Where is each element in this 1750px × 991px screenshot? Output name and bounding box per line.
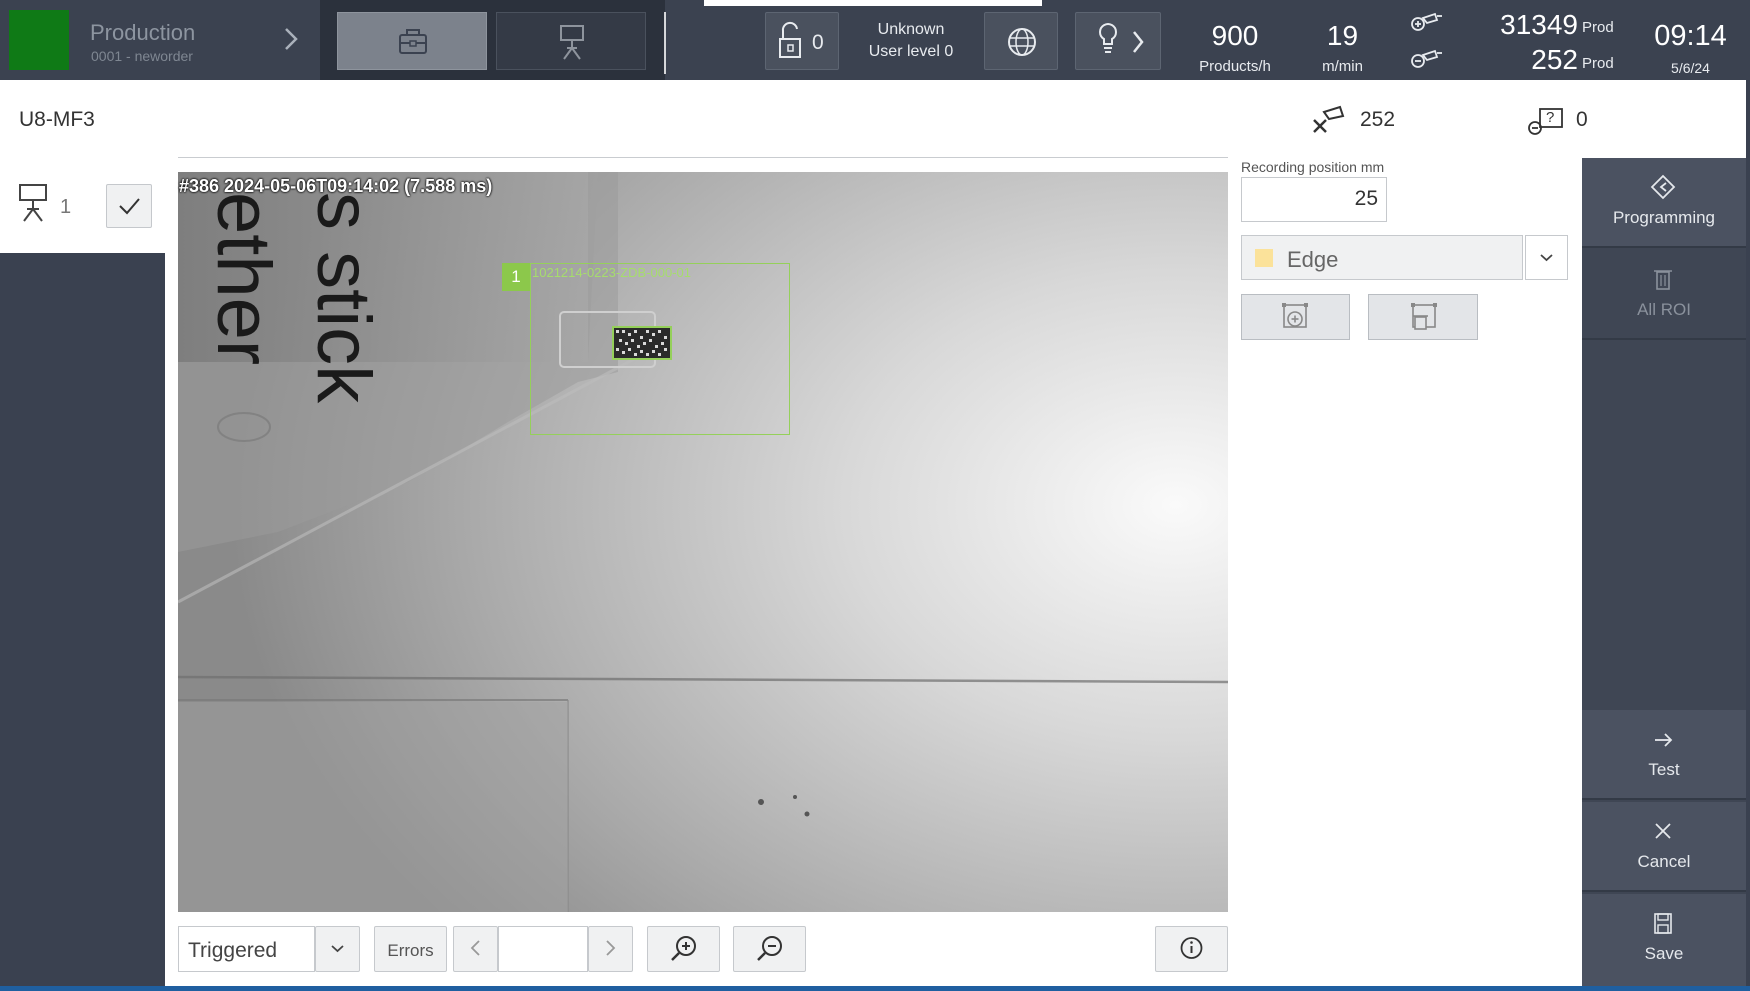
all-roi-label: All ROI [1637,300,1691,319]
chevron-right-icon[interactable] [276,24,306,54]
chevron-down-icon [1540,254,1553,262]
background-text: s stick [301,192,386,404]
belt-speed-value: 19 [1326,20,1359,51]
clock-date: 5/6/24 [1671,60,1710,76]
station-name: U8-MF3 [19,108,95,131]
roi-type-value: Edge [1287,247,1339,272]
production-title[interactable]: Production [90,20,195,46]
production-status-indicator [9,10,69,70]
trigger-mode-dropdown-button[interactable] [315,926,360,972]
image-index-field[interactable] [498,926,588,972]
chevron-down-icon [331,945,344,953]
save-label: Save [1644,944,1684,963]
lock-count: 0 [812,31,824,54]
recording-position-value: 25 [1354,187,1378,210]
production-order: 0001 - neworder [91,48,193,64]
tab-separator [664,12,666,74]
delete-roi-button[interactable] [1368,294,1478,340]
checkmark-icon [119,198,140,215]
lightbulb-icon [1098,23,1144,53]
cancel-button[interactable] [1582,802,1746,892]
test-button[interactable] [1582,710,1746,800]
counter-add-icon [1411,12,1442,31]
save-button[interactable] [1582,894,1746,986]
test-label: Test [1648,760,1680,779]
unknown-count: 0 [1576,108,1588,131]
camera-confirm-button[interactable] [106,184,152,228]
lighting-button[interactable] [1075,12,1161,70]
roi-type-dropdown-button[interactable] [1525,235,1568,280]
unknown-icon: ? [1528,108,1563,135]
add-roi-icon [1282,303,1308,328]
language-button[interactable] [984,12,1058,70]
content-divider [178,157,1228,158]
window-bottom-edge [0,986,1750,991]
belt-speed-unit: m/min [1322,58,1363,75]
datamatrix-code [612,326,672,360]
roi-type-select[interactable] [1241,235,1523,280]
clock-time: 09:14 [1654,20,1727,52]
camera-icon [560,25,584,60]
chevron-left-icon [470,940,480,956]
reject-count: 252 [1360,108,1396,131]
programming-icon [1650,174,1676,200]
programming-label: Programming [1612,208,1716,227]
camera-count: 1 [60,196,72,218]
roi-index-badge: 1 [502,263,530,291]
counter-good-value: 31349 [1500,9,1578,40]
lock-button[interactable] [765,12,839,70]
save-icon [1654,913,1672,934]
speed-value: 900 [1211,20,1259,51]
counter-good-unit: Prod [1582,19,1614,36]
info-button[interactable] [1155,926,1228,972]
svg-text:?: ? [1546,109,1554,126]
delete-all-roi-button[interactable] [1582,250,1746,340]
image-caption: #386 2024-05-06T09:14:02 (7.588 ms) [179,176,493,196]
trash-icon [1654,270,1672,290]
delete-roi-icon [1411,303,1437,330]
info-icon [1180,937,1203,959]
close-icon [1655,823,1671,839]
counter-remove-icon [1411,49,1442,68]
camera-icon[interactable] [16,182,54,224]
speed-unit: Products/h [1199,58,1271,75]
chevron-right-icon [606,940,616,956]
reject-icon [1313,105,1345,133]
programming-button[interactable] [1582,158,1746,248]
zoom-in-button[interactable] [647,926,720,972]
cancel-label: Cancel [1637,852,1691,871]
next-image-button[interactable] [588,926,633,972]
user-level: User level 0 [868,43,954,60]
active-tab-indicator [704,0,1042,6]
add-roi-button[interactable] [1241,294,1350,340]
errors-label: Errors [387,941,434,960]
datamatrix-pattern [614,328,670,358]
tab-jobs[interactable] [337,12,487,70]
zoom-out-button[interactable] [733,926,806,972]
previous-image-button[interactable] [453,926,498,972]
lock-icon [779,21,801,58]
trigger-mode-value: Triggered [188,939,278,962]
counter-bad-value: 252 [1531,44,1578,75]
user-name[interactable]: Unknown [850,21,972,39]
roi-decoded-code: 1021214-0223-ZDB-000-01 [532,265,691,280]
counter-bad-unit: Prod [1582,55,1614,72]
svg-text:ether: ether [201,192,286,365]
tab-camera[interactable] [496,12,646,70]
globe-icon [1008,28,1036,56]
roi-type-color-swatch [1255,249,1273,267]
header-strip [0,80,1746,158]
zoom-in-icon [671,936,696,961]
arrow-right-icon [1655,733,1673,747]
briefcase-icon [399,29,427,54]
zoom-out-icon [757,936,782,961]
recording-position-label: Recording position mm [1241,159,1385,175]
